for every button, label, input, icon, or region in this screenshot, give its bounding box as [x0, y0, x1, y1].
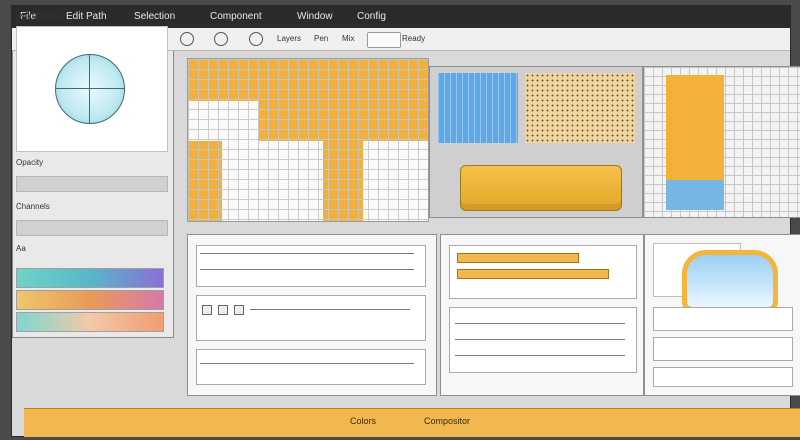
gradient-strip-2[interactable] [16, 290, 164, 310]
sidebar-title: RECORDS [16, 12, 62, 22]
menu-window[interactable]: Window [297, 11, 333, 22]
target-icon [55, 54, 125, 124]
lower-panel-1-line-3 [250, 309, 410, 310]
right-blue-block [666, 180, 724, 210]
circle-icon[interactable] [180, 32, 194, 46]
lower-panel-2-box-2 [449, 307, 637, 373]
lower-panel-3-box-3 [653, 367, 793, 387]
lower-panel-2 [440, 234, 644, 396]
refresh-icon[interactable] [249, 32, 263, 46]
lower-panel-2-line-3 [455, 355, 625, 356]
menu-config[interactable]: Config [357, 11, 386, 22]
sidebar-row-2: Channels [16, 202, 50, 211]
lower-panel-2-bar-2 [457, 269, 609, 279]
canvas-grid-panel[interactable] [187, 58, 429, 222]
lower-panel-3-box-1 [653, 307, 793, 331]
toolbar-status: Ready [402, 34, 426, 43]
sidebar-row-1: Opacity [16, 158, 44, 167]
lower-panel-1 [187, 234, 437, 396]
lower-panel-1-box-1 [196, 245, 426, 287]
toolbar-button-3[interactable] [367, 32, 401, 48]
lower-panel-3 [644, 234, 800, 396]
status-bar: Colors Compositor [24, 408, 800, 437]
gear-icon[interactable] [214, 32, 228, 46]
right-orange-block [666, 75, 724, 180]
lower-panel-1-icon-1[interactable] [202, 305, 212, 315]
gradient-strip-3[interactable] [16, 312, 164, 332]
sidebar-row-3: Aa [16, 244, 26, 253]
lower-panel-1-box-3 [196, 349, 426, 385]
lower-panel-1-icon-2[interactable] [218, 305, 228, 315]
lower-panel-1-line-1 [200, 253, 414, 254]
menu-component[interactable]: Component [210, 11, 262, 22]
sidebar-bar-2[interactable] [16, 220, 168, 236]
footer-left-text: Colors [350, 416, 377, 426]
toolbar-label-3: Mix [342, 34, 355, 43]
gold-action-button[interactable] [460, 165, 622, 211]
blue-texture [438, 73, 518, 143]
lower-panel-2-line-1 [455, 323, 625, 324]
footer-right-text: Compositor [424, 416, 471, 426]
lower-panel-1-box-2 [196, 295, 426, 341]
sidebar-bar-1[interactable] [16, 176, 168, 192]
lower-panel-1-line-4 [200, 363, 414, 364]
grid-overlay [188, 59, 428, 221]
lower-panel-1-icon-3[interactable] [234, 305, 244, 315]
lower-panel-2-bar-1 [457, 253, 579, 263]
lower-panel-2-line-2 [455, 339, 625, 340]
toolbar-label-1: Layers [277, 34, 302, 43]
thumbnail-panel [653, 243, 778, 312]
menu-selection[interactable]: Selection [134, 11, 175, 22]
texture-view [429, 66, 643, 218]
right-grid-view [643, 66, 800, 218]
gradient-strip-1[interactable] [16, 268, 164, 288]
lower-panel-1-line-2 [200, 269, 414, 270]
rounded-shape-icon [682, 250, 778, 312]
app-window: File Edit Path Selection Component Windo… [12, 6, 800, 437]
left-sidebar: RECORDS Opacity Channels Aa [12, 6, 174, 338]
toolbar-label-2: Pen [314, 34, 329, 43]
preview-panel [16, 26, 168, 152]
sand-texture [525, 73, 635, 143]
menu-edit[interactable]: Edit Path [66, 11, 107, 22]
menu-bar: File Edit Path Selection Component Windo… [12, 6, 790, 28]
lower-panel-3-box-2 [653, 337, 793, 361]
